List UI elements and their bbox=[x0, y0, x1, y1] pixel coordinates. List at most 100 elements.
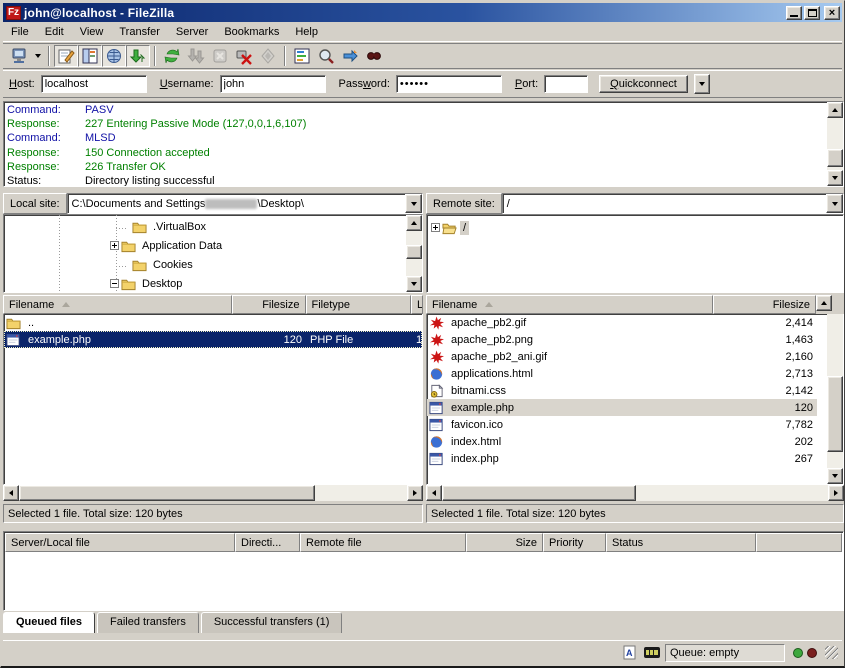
remote-site-dropdown[interactable] bbox=[826, 194, 843, 213]
resize-grip[interactable] bbox=[825, 646, 838, 659]
expand-plus-icon[interactable] bbox=[110, 241, 119, 250]
column-last-modified[interactable]: L bbox=[411, 295, 423, 314]
folder-icon bbox=[121, 239, 136, 253]
scroll-right-button[interactable] bbox=[407, 485, 423, 501]
queue-header: Server/Local file Directi... Remote file… bbox=[5, 533, 842, 552]
scroll-right-button[interactable] bbox=[828, 485, 844, 501]
tree-item-root[interactable]: / bbox=[431, 218, 841, 237]
column-filename[interactable]: Filename bbox=[3, 295, 232, 314]
file-row[interactable]: apache_pb2.png 1,463 bbox=[427, 331, 817, 348]
column-filetype[interactable]: Filetype bbox=[306, 295, 412, 314]
tree-guide bbox=[116, 228, 128, 229]
minimize-button[interactable] bbox=[786, 6, 802, 20]
sync-browsing-button[interactable] bbox=[338, 45, 362, 67]
local-hscrollbar[interactable] bbox=[3, 485, 423, 501]
log-line: Command:MLSD bbox=[7, 131, 840, 145]
toggle-local-tree-button[interactable] bbox=[78, 45, 102, 67]
cancel-operation-button[interactable] bbox=[208, 45, 232, 67]
scroll-thumb[interactable] bbox=[827, 149, 843, 167]
tab-failed-transfers[interactable]: Failed transfers bbox=[97, 612, 199, 633]
find-button[interactable] bbox=[362, 45, 386, 67]
column-priority[interactable]: Priority bbox=[543, 533, 606, 552]
file-row[interactable]: favicon.ico 7,782 bbox=[427, 416, 817, 433]
scroll-up-button[interactable] bbox=[816, 295, 832, 311]
menu-file[interactable]: File bbox=[3, 23, 37, 41]
tree-item-cookies[interactable]: Cookies bbox=[4, 255, 406, 274]
menu-transfer[interactable]: Transfer bbox=[111, 23, 168, 41]
scroll-thumb[interactable] bbox=[19, 485, 315, 501]
password-input[interactable] bbox=[396, 75, 502, 93]
scroll-thumb[interactable] bbox=[442, 485, 636, 501]
scroll-up-button[interactable] bbox=[406, 215, 422, 231]
remote-site-combobox[interactable]: / bbox=[502, 193, 844, 214]
menu-view[interactable]: View bbox=[72, 23, 112, 41]
scroll-left-button[interactable] bbox=[426, 485, 442, 501]
host-input[interactable] bbox=[41, 75, 147, 93]
column-remote-file[interactable]: Remote file bbox=[300, 533, 466, 552]
file-row[interactable]: index.html 202 bbox=[427, 433, 817, 450]
window-title: john@localhost - FileZilla bbox=[24, 6, 784, 20]
column-size[interactable]: Size bbox=[466, 533, 543, 552]
scroll-down-button[interactable] bbox=[406, 276, 422, 292]
remote-vscrollbar[interactable] bbox=[827, 314, 843, 484]
tree-item-application-data[interactable]: Application Data bbox=[4, 236, 406, 255]
scroll-down-button[interactable] bbox=[827, 468, 843, 484]
column-filename[interactable]: Filename bbox=[426, 295, 713, 314]
column-filesize[interactable]: Filesize bbox=[232, 295, 306, 314]
file-row[interactable]: applications.html 2,713 bbox=[427, 365, 817, 382]
maximize-button[interactable] bbox=[804, 6, 820, 20]
menu-edit[interactable]: Edit bbox=[37, 23, 72, 41]
file-row[interactable]: apache_pb2_ani.gif 2,160 bbox=[427, 348, 817, 365]
tree-item-virtualbox[interactable]: .VirtualBox bbox=[4, 217, 406, 236]
port-input[interactable] bbox=[544, 75, 588, 93]
username-input[interactable] bbox=[220, 75, 326, 93]
disconnect-button[interactable] bbox=[232, 45, 256, 67]
process-queue-button[interactable] bbox=[184, 45, 208, 67]
remote-file-list: apache_pb2.gif 2,414 apache_pb2.png 1,46… bbox=[426, 314, 844, 485]
title-bar[interactable]: Fz john@localhost - FileZilla × bbox=[3, 3, 842, 22]
file-row[interactable]: bitnami.css 2,142 bbox=[427, 382, 817, 399]
tab-queued-files[interactable]: Queued files bbox=[3, 612, 95, 633]
scroll-thumb[interactable] bbox=[827, 376, 843, 452]
file-row[interactable]: index.php 267 bbox=[427, 450, 817, 467]
toggle-message-log-button[interactable] bbox=[54, 45, 78, 67]
toggle-remote-tree-button[interactable] bbox=[102, 45, 126, 67]
file-row-highlighted[interactable]: example.php 120 bbox=[427, 399, 817, 416]
column-status[interactable]: Status bbox=[606, 533, 756, 552]
site-manager-dropdown[interactable] bbox=[31, 45, 44, 67]
toggle-queue-button[interactable] bbox=[126, 45, 150, 67]
column-server-local-file[interactable]: Server/Local file bbox=[5, 533, 235, 552]
expand-plus-icon[interactable] bbox=[431, 223, 440, 232]
close-button[interactable]: × bbox=[824, 6, 840, 20]
refresh-button[interactable] bbox=[160, 45, 184, 67]
scroll-down-button[interactable] bbox=[827, 170, 843, 186]
log-scrollbar[interactable] bbox=[827, 102, 843, 186]
sync-browsing-icon bbox=[341, 47, 359, 65]
scroll-left-button[interactable] bbox=[3, 485, 19, 501]
remote-hscrollbar[interactable] bbox=[426, 485, 844, 501]
menu-bookmarks[interactable]: Bookmarks bbox=[216, 23, 287, 41]
arrow-down-icon bbox=[832, 176, 838, 180]
filter-button[interactable] bbox=[290, 45, 314, 67]
local-site-dropdown[interactable] bbox=[405, 194, 422, 213]
compare-button[interactable] bbox=[314, 45, 338, 67]
scroll-up-button[interactable] bbox=[827, 102, 843, 118]
collapse-minus-icon[interactable] bbox=[110, 279, 119, 288]
local-site-combobox[interactable]: C:\Documents and Settings\Desktop\ bbox=[67, 193, 423, 214]
quickconnect-dropdown[interactable] bbox=[694, 74, 710, 94]
scroll-thumb[interactable] bbox=[406, 245, 422, 259]
quickconnect-button[interactable]: Quickconnect bbox=[599, 75, 688, 93]
tree-item-desktop[interactable]: Desktop bbox=[4, 274, 406, 293]
tab-successful-transfers[interactable]: Successful transfers (1) bbox=[201, 612, 343, 633]
column-filesize[interactable]: Filesize bbox=[713, 295, 816, 314]
password-label: Password: bbox=[339, 78, 390, 90]
file-row[interactable]: apache_pb2.gif 2,414 bbox=[427, 314, 817, 331]
reconnect-button[interactable] bbox=[256, 45, 280, 67]
column-direction[interactable]: Directi... bbox=[235, 533, 300, 552]
file-row-parent[interactable]: .. bbox=[4, 314, 422, 331]
menu-help[interactable]: Help bbox=[287, 23, 326, 41]
site-manager-button[interactable] bbox=[7, 45, 31, 67]
local-tree-scrollbar[interactable] bbox=[406, 215, 422, 292]
menu-server[interactable]: Server bbox=[168, 23, 216, 41]
file-row-selected[interactable]: example.php 120 PHP File 1 bbox=[4, 331, 422, 348]
